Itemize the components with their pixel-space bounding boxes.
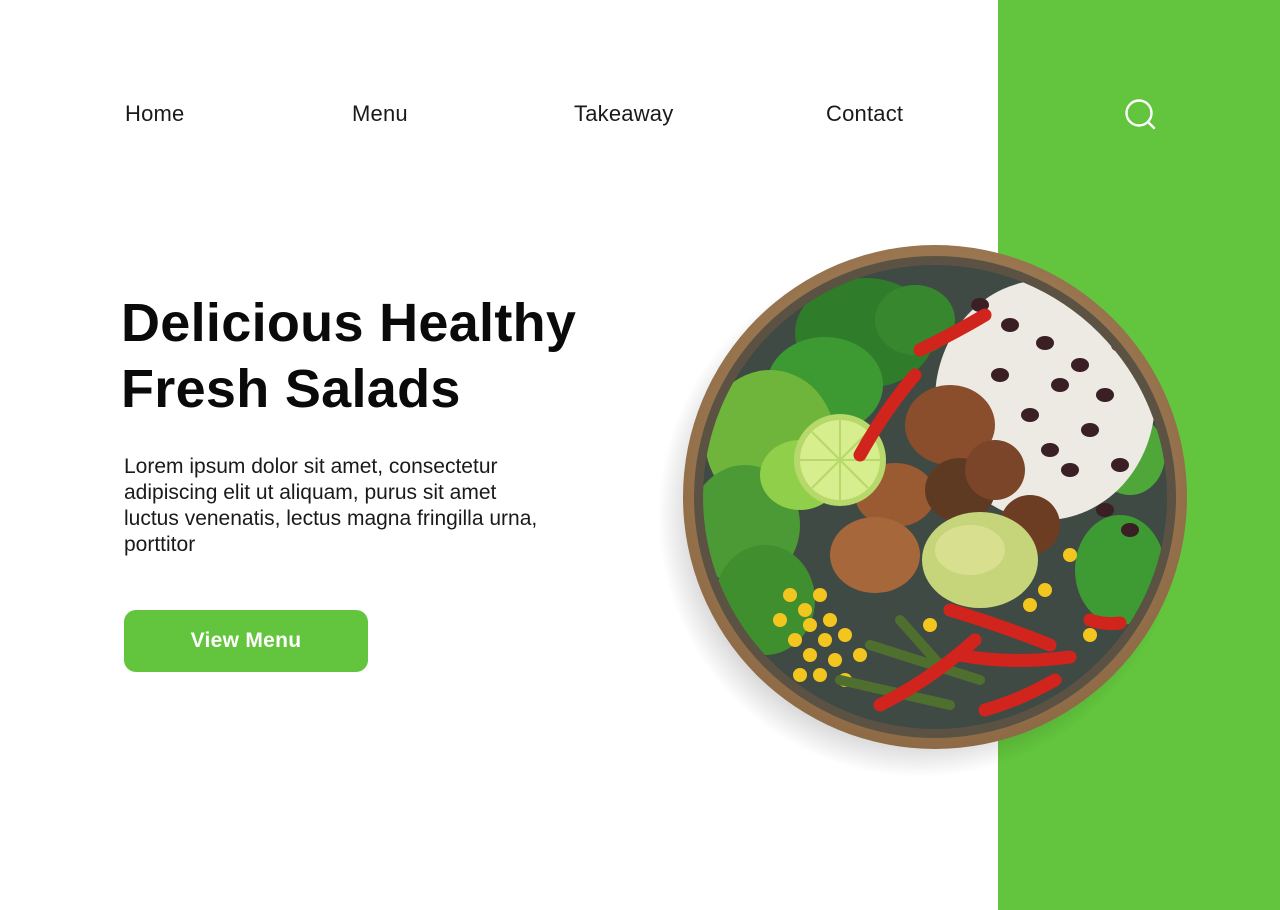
nav-link-menu[interactable]: Menu [352, 99, 408, 129]
main-nav: Home Menu Takeaway Contact [0, 99, 998, 129]
salad-bowl-image [650, 225, 1210, 785]
search-icon [1125, 99, 1156, 130]
view-menu-button[interactable]: View Menu [124, 610, 368, 672]
hero-title: Delicious Healthy Fresh Salads [121, 290, 681, 422]
nav-link-takeaway[interactable]: Takeaway [574, 99, 673, 129]
hero-description-line: Lorem ipsum dolor sit amet, consectetur [124, 455, 498, 478]
hero-title-line-2: Fresh Salads [121, 359, 461, 419]
hero-title-line-1: Delicious Healthy [121, 293, 577, 353]
nav-link-contact[interactable]: Contact [826, 99, 903, 129]
hero-description: Lorem ipsum dolor sit amet, consectetur … [124, 454, 624, 558]
nav-link-home[interactable]: Home [125, 99, 185, 129]
search-button[interactable] [1123, 97, 1157, 131]
hero-description-line: luctus venenatis, lectus magna fringilla… [124, 507, 538, 530]
hero-description-line: adipiscing elit ut aliquam, purus sit am… [124, 481, 497, 504]
hero-description-line: porttitor [124, 533, 196, 556]
